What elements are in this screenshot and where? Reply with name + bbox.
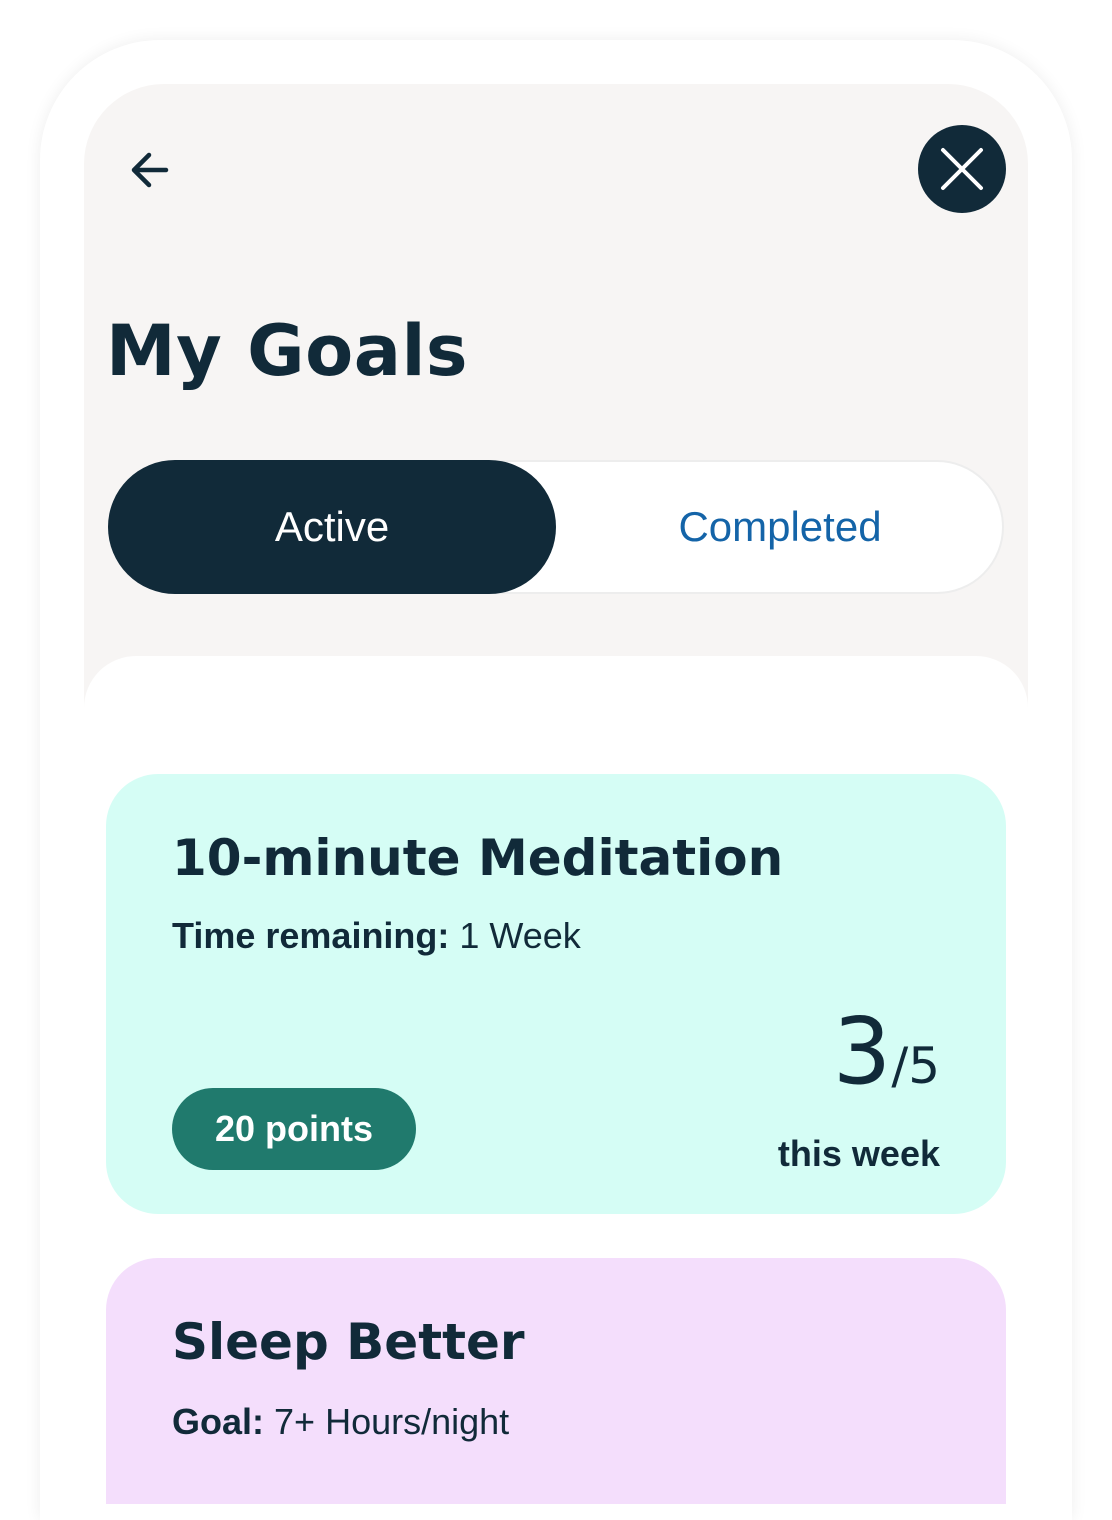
goal-meta-value: 7+ Hours/night [264, 1401, 510, 1442]
back-button[interactable] [124, 144, 176, 196]
goal-target: Goal: 7+ Hours/night [172, 1400, 509, 1444]
progress-total: 5 [908, 1037, 940, 1095]
goal-card-sleep[interactable]: Sleep Better Goal: 7+ Hours/night [106, 1258, 1006, 1504]
points-badge: 20 points [172, 1088, 416, 1170]
goal-status-tabs: Active Completed [108, 460, 1004, 594]
tab-active[interactable]: Active [108, 460, 556, 594]
goal-title: Sleep Better [172, 1313, 525, 1371]
goal-meta-label: Time remaining: [172, 915, 450, 956]
goals-list: 10-minute Meditation Time remaining: 1 W… [84, 656, 1028, 1504]
page-title: My Goals [106, 310, 469, 392]
device-frame: My Goals Active Completed 10-minute Medi… [40, 40, 1072, 1520]
goals-screen: My Goals Active Completed 10-minute Medi… [84, 84, 1028, 1504]
goal-time-remaining: Time remaining: 1 Week [172, 914, 581, 958]
goal-title: 10-minute Meditation [172, 829, 784, 887]
goal-card-meditation[interactable]: 10-minute Meditation Time remaining: 1 W… [106, 774, 1006, 1214]
close-x-icon [941, 148, 983, 190]
progress-separator: / [891, 1037, 909, 1095]
tab-completed[interactable]: Completed [556, 460, 1004, 594]
progress-label: this week [777, 1133, 940, 1174]
goal-meta-label: Goal: [172, 1401, 265, 1442]
progress-current: 3 [832, 998, 892, 1105]
goal-meta-value: 1 Week [449, 915, 581, 956]
arrow-left-icon [131, 152, 169, 188]
close-button[interactable] [918, 125, 1006, 213]
progress-count: 3/5 [778, 1002, 940, 1128]
goal-progress: 3/5 this week [778, 1002, 940, 1176]
